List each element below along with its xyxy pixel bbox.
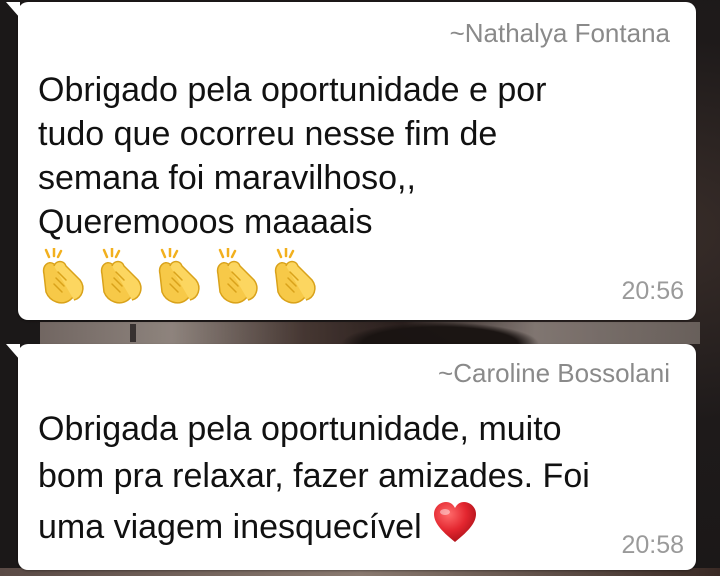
message-line: tudo que ocorreu nesse fim de xyxy=(38,115,498,153)
message-bubble[interactable]: ~Nathalya Fontana Obrigado pela oportuni… xyxy=(6,2,696,320)
red-heart-icon xyxy=(433,502,476,542)
emoji-row xyxy=(36,248,322,308)
clapping-hands-icon xyxy=(158,248,200,304)
message-line: bom pra relaxar, fazer amizades. Foi xyxy=(38,457,590,495)
sender-name[interactable]: ~Nathalya Fontana xyxy=(450,18,670,49)
message-line: Obrigado pela oportunidade e por xyxy=(38,71,547,109)
clapping-hands-icon xyxy=(216,248,258,304)
message-text: Obrigada pela oportunidade, muito bom pr… xyxy=(38,406,678,551)
clapping-hands-icon xyxy=(100,248,142,304)
bubble-tail xyxy=(6,344,20,360)
clapping-hands-icon xyxy=(274,248,316,304)
wallpaper-photo-strip xyxy=(40,322,700,344)
message-line-last: uma viagem inesquecível xyxy=(38,500,678,551)
message-timestamp: 20:58 xyxy=(621,531,684,559)
message-timestamp: 20:56 xyxy=(621,277,684,305)
message-line: uma viagem inesquecível xyxy=(38,508,422,546)
sender-name[interactable]: ~Caroline Bossolani xyxy=(438,358,670,389)
message-bubble[interactable]: ~Caroline Bossolani Obrigada pela oportu… xyxy=(6,344,696,570)
message-text: Obrigado pela oportunidade e por tudo qu… xyxy=(38,68,658,244)
clapping-hands-icon xyxy=(42,248,84,304)
message-line: Queremooos maaaais xyxy=(38,203,373,241)
message-line: Obrigada pela oportunidade, muito xyxy=(38,410,562,448)
bubble-tail xyxy=(6,2,20,18)
message-line: semana foi maravilhoso,, xyxy=(38,159,416,197)
